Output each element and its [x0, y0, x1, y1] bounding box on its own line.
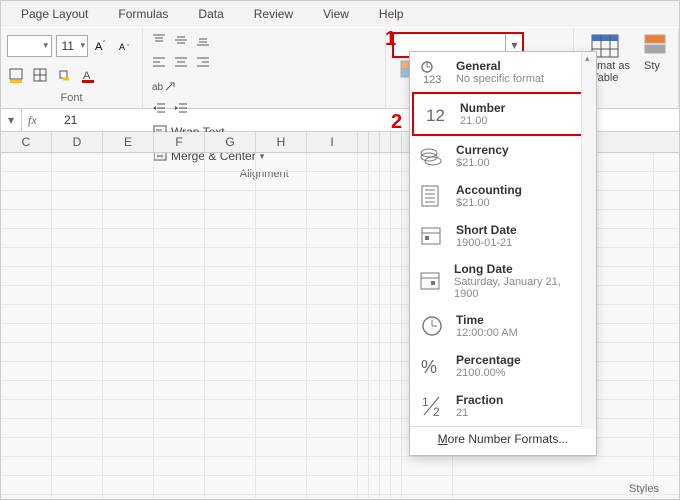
- callout-2: 2: [391, 111, 402, 134]
- tab-view[interactable]: View: [323, 7, 349, 21]
- increase-indent-icon[interactable]: [171, 98, 191, 118]
- font-group: 11 Aˆ Aˇ: [1, 28, 143, 108]
- format-example: Saturday, January 21, 1900: [454, 276, 578, 300]
- column-header[interactable]: H: [256, 132, 307, 152]
- format-example: No specific format: [456, 73, 544, 85]
- column-header[interactable]: D: [52, 132, 103, 152]
- more-number-formats[interactable]: More Number Formats...: [410, 426, 596, 451]
- tab-help[interactable]: Help: [379, 7, 404, 21]
- svg-text:123: 123: [423, 74, 441, 86]
- format-title: Accounting: [456, 183, 522, 197]
- align-middle-icon[interactable]: [171, 30, 191, 50]
- svg-text:A: A: [95, 41, 103, 53]
- number-format-option[interactable]: 12Fraction21: [410, 386, 596, 426]
- format-title: General: [456, 59, 544, 73]
- align-right-icon[interactable]: [193, 52, 213, 72]
- align-top-icon[interactable]: [149, 30, 169, 50]
- ribbon-tabs: Page Layout Formulas Data Review View He…: [1, 1, 679, 28]
- cell-styles-label: Sty: [644, 60, 660, 72]
- font-size-value: 11: [57, 39, 78, 53]
- svg-text:2: 2: [433, 405, 440, 419]
- number-format-option[interactable]: Currency$21.00: [410, 136, 596, 176]
- align-center-icon[interactable]: [171, 52, 191, 72]
- svg-text:12: 12: [426, 106, 445, 125]
- number-format-option[interactable]: 12 Number21.00: [412, 92, 594, 136]
- callout-1: 1: [385, 28, 396, 51]
- fx-icon[interactable]: fx: [22, 113, 58, 128]
- format-example: $21.00: [456, 157, 509, 169]
- column-header[interactable]: [358, 132, 369, 152]
- alignment-group: ab Wrap Text Merge & Center ▾: [143, 28, 386, 108]
- column-header[interactable]: F: [154, 132, 205, 152]
- format-icon: [418, 142, 446, 170]
- format-icon: [418, 182, 446, 210]
- tab-page-layout[interactable]: Page Layout: [21, 7, 88, 21]
- svg-text:%: %: [421, 357, 437, 377]
- column-header[interactable]: E: [103, 132, 154, 152]
- format-icon: 12: [422, 100, 450, 128]
- number-format-option[interactable]: Accounting$21.00: [410, 176, 596, 216]
- cell-styles-button[interactable]: Sty: [644, 34, 672, 72]
- fill-color-icon[interactable]: [7, 66, 27, 86]
- svg-text:ab: ab: [152, 82, 164, 93]
- format-icon: [418, 222, 446, 250]
- column-header[interactable]: [391, 132, 402, 152]
- name-box-dropdown[interactable]: ▾: [1, 109, 22, 131]
- format-icon: [418, 267, 444, 295]
- format-example: 1900-01-21: [456, 237, 517, 249]
- column-header[interactable]: C: [1, 132, 52, 152]
- column-header[interactable]: [380, 132, 391, 152]
- formula-bar-value[interactable]: 21: [58, 113, 77, 127]
- font-family-dropdown[interactable]: [7, 35, 52, 57]
- format-title: Currency: [456, 143, 509, 157]
- format-title: Short Date: [456, 223, 517, 237]
- svg-text:ˆ: ˆ: [103, 41, 106, 48]
- column-header[interactable]: G: [205, 132, 256, 152]
- format-example: 12:00:00 AM: [456, 327, 518, 339]
- tab-data[interactable]: Data: [198, 7, 223, 21]
- align-left-icon[interactable]: [149, 52, 169, 72]
- more-fill-icon[interactable]: [55, 66, 75, 86]
- font-group-label: Font: [7, 90, 136, 108]
- number-format-option[interactable]: 123 GeneralNo specific format: [410, 52, 596, 92]
- svg-text:ˇ: ˇ: [127, 45, 130, 52]
- align-bottom-icon[interactable]: [193, 30, 213, 50]
- format-icon: 123: [418, 58, 446, 86]
- number-format-option[interactable]: Short Date1900-01-21: [410, 216, 596, 256]
- format-icon: [418, 312, 446, 340]
- format-example: 21.00: [460, 115, 505, 127]
- format-icon: %: [418, 352, 446, 380]
- grow-font-icon[interactable]: Aˆ: [92, 36, 112, 56]
- number-format-menu: 123 GeneralNo specific format 12 Number21.0…: [409, 51, 597, 456]
- format-title: Fraction: [456, 393, 503, 407]
- svg-text:A: A: [119, 42, 125, 52]
- format-example: $21.00: [456, 197, 522, 209]
- format-title: Number: [460, 101, 505, 115]
- shrink-font-icon[interactable]: Aˇ: [116, 36, 136, 56]
- column-header[interactable]: I: [307, 132, 358, 152]
- svg-text:1: 1: [422, 395, 429, 409]
- format-title: Long Date: [454, 262, 578, 276]
- column-header[interactable]: [369, 132, 380, 152]
- tab-review[interactable]: Review: [254, 7, 293, 21]
- format-icon: 12: [418, 392, 446, 420]
- decrease-indent-icon[interactable]: [149, 98, 169, 118]
- borders-icon[interactable]: [31, 66, 51, 86]
- orientation-icon[interactable]: ab: [149, 76, 179, 96]
- number-format-option[interactable]: Time12:00:00 AM: [410, 306, 596, 346]
- scrollbar[interactable]: [581, 52, 596, 429]
- format-title: Percentage: [456, 353, 521, 367]
- font-color-icon[interactable]: A: [79, 66, 99, 86]
- number-format-option[interactable]: % Percentage2100.00%: [410, 346, 596, 386]
- font-size-dropdown[interactable]: 11: [56, 35, 88, 57]
- format-example: 2100.00%: [456, 367, 521, 379]
- format-title: Time: [456, 313, 518, 327]
- format-example: 21: [456, 407, 503, 419]
- number-format-option[interactable]: Long DateSaturday, January 21, 1900: [410, 256, 596, 306]
- tab-formulas[interactable]: Formulas: [118, 7, 168, 21]
